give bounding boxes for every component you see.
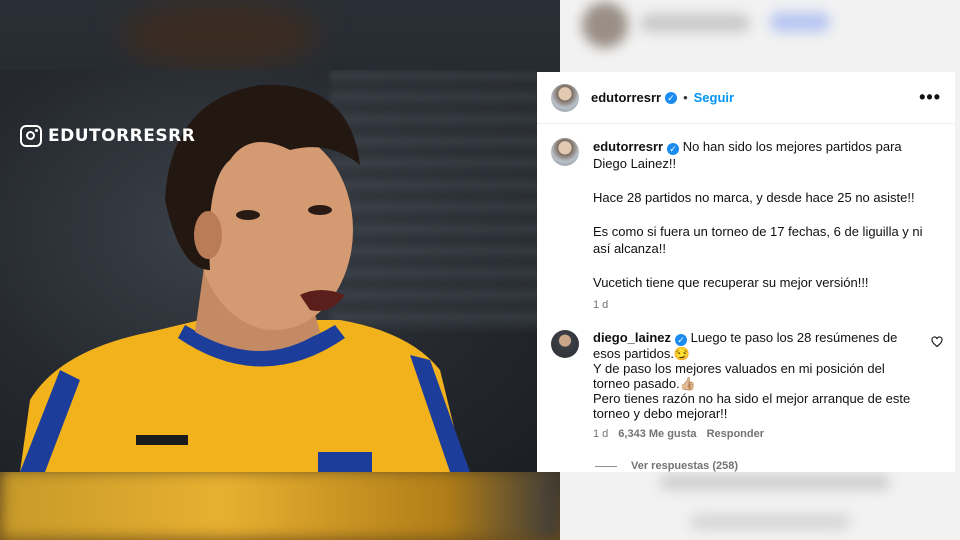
author-username[interactable]: edutorresrr [591,90,661,105]
comment-text: Pero tienes razón no ha sido el mejor ar… [593,391,911,421]
follow-button[interactable]: Seguir [694,90,734,105]
post-header: edutorresrr ✓ • Seguir ••• [537,72,955,124]
reply-button[interactable]: Responder [707,427,764,442]
commenter-username[interactable]: diego_lainez [593,330,671,345]
caption-paragraph: Es como si fuera un torneo de 17 fechas,… [593,224,923,256]
comment-text: Y de paso los mejores valuados en mi pos… [593,361,885,391]
post-image[interactable]: EDUTORRESRR [0,70,537,472]
verified-badge-icon: ✓ [675,334,688,346]
watermark: EDUTORRESRR [20,125,195,147]
author-avatar[interactable] [551,83,579,112]
separator-dot: • [683,90,688,105]
comment-timestamp[interactable]: 1 d [593,427,608,442]
view-replies-label: Ver respuestas (258) [631,460,739,472]
verified-badge-icon: ✓ [665,91,678,104]
commenter-avatar[interactable] [551,330,579,358]
caption-paragraph: edutorresrr ✓ No han sido los mejores par… [593,139,902,171]
post-caption: edutorresrr ✓ No han sido los mejores par… [537,124,955,314]
watermark-handle: EDUTORRESRR [48,126,196,146]
comment-actions: 1 d 6,343 Me gusta Responder [593,427,911,442]
more-options-icon[interactable]: ••• [919,87,941,108]
view-replies-button[interactable]: Ver respuestas (258) [595,460,955,472]
verified-badge-icon: ✓ [667,143,680,155]
caption-username[interactable]: edutorresrr [593,139,663,154]
caption-paragraph: Vucetich tiene que recuperar su mejor ve… [593,275,869,290]
caption-timestamp[interactable]: 1 d [593,297,933,314]
replies-divider [595,465,617,467]
comment-item: diego_lainez ✓ Luego te paso los 28 resúm… [537,314,955,442]
caption-avatar[interactable] [551,138,579,166]
instagram-icon [20,125,42,147]
comments-panel: edutorresrr ✓ • Seguir ••• edutorresrr ✓ … [537,72,955,472]
heart-icon[interactable] [931,336,943,348]
caption-paragraph: Hace 28 partidos no marca, y desde hace … [593,190,915,205]
comment-likes[interactable]: 6,343 Me gusta [618,427,696,442]
